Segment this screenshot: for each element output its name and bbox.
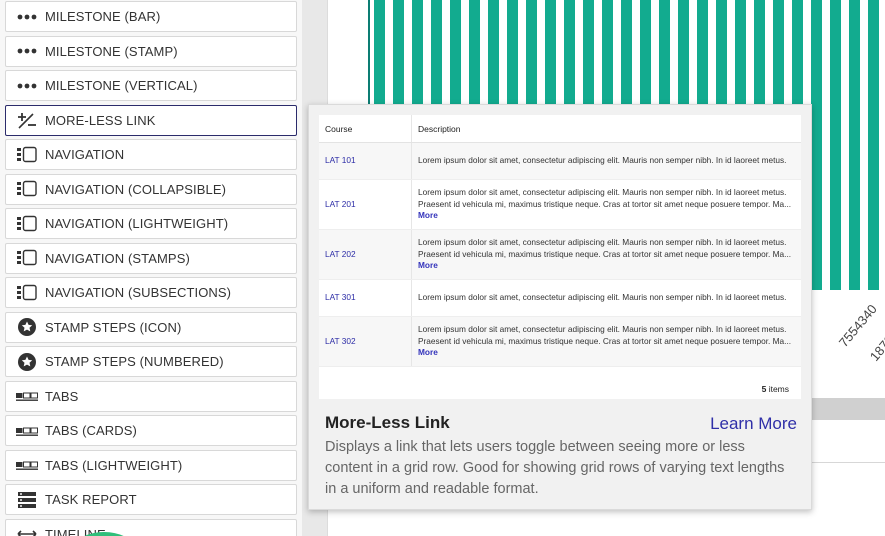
component-item-label: NAVIGATION (LIGHTWEIGHT) xyxy=(45,216,229,231)
description-text: Lorem ipsum dolor sit amet, consectetur … xyxy=(418,237,792,259)
navigation-icon xyxy=(15,248,39,268)
course-cell[interactable]: LAT 302 xyxy=(319,316,412,367)
table-row: LAT 301 Lorem ipsum dolor sit amet, conse… xyxy=(319,279,801,317)
component-item-label: TABS (LIGHTWEIGHT) xyxy=(45,457,183,473)
description-cell: Lorem ipsum dolor sit amet, consectetur … xyxy=(411,316,801,367)
component-item-stamp-steps-icon[interactable]: STAMP STEPS (ICON) xyxy=(5,311,297,343)
component-item-navigation-lightweight[interactable]: NAVIGATION (LIGHTWEIGHT) xyxy=(5,208,297,239)
chart-bar xyxy=(849,0,860,290)
description-cell: Lorem ipsum dolor sit amet, consectetur … xyxy=(411,279,801,317)
component-description: Displays a link that lets users toggle b… xyxy=(325,439,785,497)
component-item-navigation-collapsible[interactable]: NAVIGATION (COLLAPSIBLE) xyxy=(5,173,297,205)
grid-table: Course Description LAT 101 Lorem ipsum do… xyxy=(319,115,801,367)
description-cell: Lorem ipsum dolor sit amet, consectetur … xyxy=(411,142,801,180)
chart-bar xyxy=(811,0,822,290)
description-cell: Lorem ipsum dolor sit amet, consectetur … xyxy=(411,179,801,230)
component-item-task-report[interactable]: TASK REPORT xyxy=(5,484,297,515)
dots-icon xyxy=(15,7,39,27)
component-item-label: MORE-LESS LINK xyxy=(45,112,156,128)
course-cell[interactable]: LAT 101 xyxy=(319,142,412,180)
description-cell: Lorem ipsum dolor sit amet, consectetur … xyxy=(411,229,801,280)
task-report-icon xyxy=(15,490,39,510)
more-less-grid: Course Description LAT 101 Lorem ipsum do… xyxy=(319,115,801,399)
component-list: MILESTONE (BAR) MILESTONE (STAMP) MILESTON… xyxy=(0,0,302,536)
navigation-icon xyxy=(15,283,39,303)
component-preview-card: Course Description LAT 101 Lorem ipsum do… xyxy=(308,104,812,510)
item-count-suffix: items xyxy=(766,384,789,394)
component-item-navigation[interactable]: NAVIGATION xyxy=(5,139,297,170)
component-item-label: TABS (CARDS) xyxy=(45,423,137,438)
component-item-label: MILESTONE (BAR) xyxy=(45,9,161,24)
description-text: Lorem ipsum dolor sit amet, consectetur … xyxy=(418,187,792,209)
course-cell[interactable]: LAT 301 xyxy=(319,279,412,317)
component-item-label: NAVIGATION (STAMPS) xyxy=(45,250,190,266)
more-link[interactable]: More xyxy=(418,347,438,357)
chart-bar xyxy=(868,0,879,290)
course-cell[interactable]: LAT 202 xyxy=(319,229,412,280)
component-item-milestone-stamp[interactable]: MILESTONE (STAMP) xyxy=(5,35,297,67)
dots-icon xyxy=(15,76,39,96)
tabs-icon xyxy=(15,386,39,406)
table-row: LAT 302 Lorem ipsum dolor sit amet, conse… xyxy=(319,316,801,367)
navigation-icon xyxy=(15,179,39,199)
description-text: Lorem ipsum dolor sit amet, consectetur … xyxy=(418,324,792,346)
navigation-icon xyxy=(15,214,39,234)
component-item-label: NAVIGATION (COLLAPSIBLE) xyxy=(45,181,227,197)
grid-header-row: Course Description xyxy=(319,115,801,143)
component-item-label: STAMP STEPS (ICON) xyxy=(45,319,182,335)
timeline-icon xyxy=(15,524,39,536)
component-item-label: NAVIGATION (SUBSECTIONS) xyxy=(45,285,232,300)
learn-more-link[interactable]: Learn More xyxy=(710,414,797,434)
component-item-tabs-lightweight[interactable]: TABS (LIGHTWEIGHT) xyxy=(5,449,297,481)
component-item-label: NAVIGATION xyxy=(45,147,125,162)
more-link[interactable]: More xyxy=(418,260,438,270)
component-item-more-less-link[interactable]: MORE-LESS LINK xyxy=(5,104,297,136)
component-item-navigation-stamps[interactable]: NAVIGATION (STAMPS) xyxy=(5,242,297,274)
navigation-icon xyxy=(15,145,39,165)
tabs-icon xyxy=(15,421,39,441)
component-item-timeline[interactable]: TIMELINE xyxy=(5,518,297,536)
component-item-tabs[interactable]: TABS xyxy=(5,380,297,412)
component-title: More-Less Link xyxy=(325,413,450,432)
component-item-label: TASK REPORT xyxy=(45,492,137,507)
component-item-stamp-steps-numbered[interactable]: STAMP STEPS (NUMBERED) xyxy=(5,346,297,377)
table-row: LAT 201 Lorem ipsum dolor sit amet, conse… xyxy=(319,179,801,230)
table-row: LAT 202 Lorem ipsum dolor sit amet, conse… xyxy=(319,229,801,280)
star-stamp-icon xyxy=(15,317,39,337)
component-item-milestone-vertical[interactable]: MILESTONE (VERTICAL) xyxy=(5,70,297,101)
plus-minus-icon xyxy=(15,110,39,130)
column-header-course[interactable]: Course xyxy=(319,115,412,143)
component-item-label: STAMP STEPS (NUMBERED) xyxy=(45,354,224,369)
dots-icon xyxy=(15,41,39,61)
tabs-icon xyxy=(15,455,39,475)
description-text: Lorem ipsum dolor sit amet, consectetur … xyxy=(418,155,787,166)
chart-axis-tick-label: 7554340 xyxy=(836,302,880,350)
decorative-circle xyxy=(84,532,124,536)
component-item-label: MILESTONE (STAMP) xyxy=(45,43,178,59)
more-link[interactable]: More xyxy=(418,210,438,220)
chart-bar xyxy=(830,0,841,290)
course-cell[interactable]: LAT 201 xyxy=(319,179,412,230)
description-text: Lorem ipsum dolor sit amet, consectetur … xyxy=(418,292,787,303)
star-stamp-icon xyxy=(15,352,39,372)
component-item-label: MILESTONE (VERTICAL) xyxy=(45,78,198,93)
component-item-label: TABS xyxy=(45,388,79,404)
grid-item-count: 5 items xyxy=(762,384,789,394)
column-header-description[interactable]: Description xyxy=(411,115,801,143)
component-item-navigation-subsections[interactable]: NAVIGATION (SUBSECTIONS) xyxy=(5,277,297,308)
component-item-milestone-bar[interactable]: MILESTONE (BAR) xyxy=(5,1,297,32)
table-row: LAT 101 Lorem ipsum dolor sit amet, conse… xyxy=(319,142,801,180)
component-item-tabs-cards[interactable]: TABS (CARDS) xyxy=(5,415,297,446)
